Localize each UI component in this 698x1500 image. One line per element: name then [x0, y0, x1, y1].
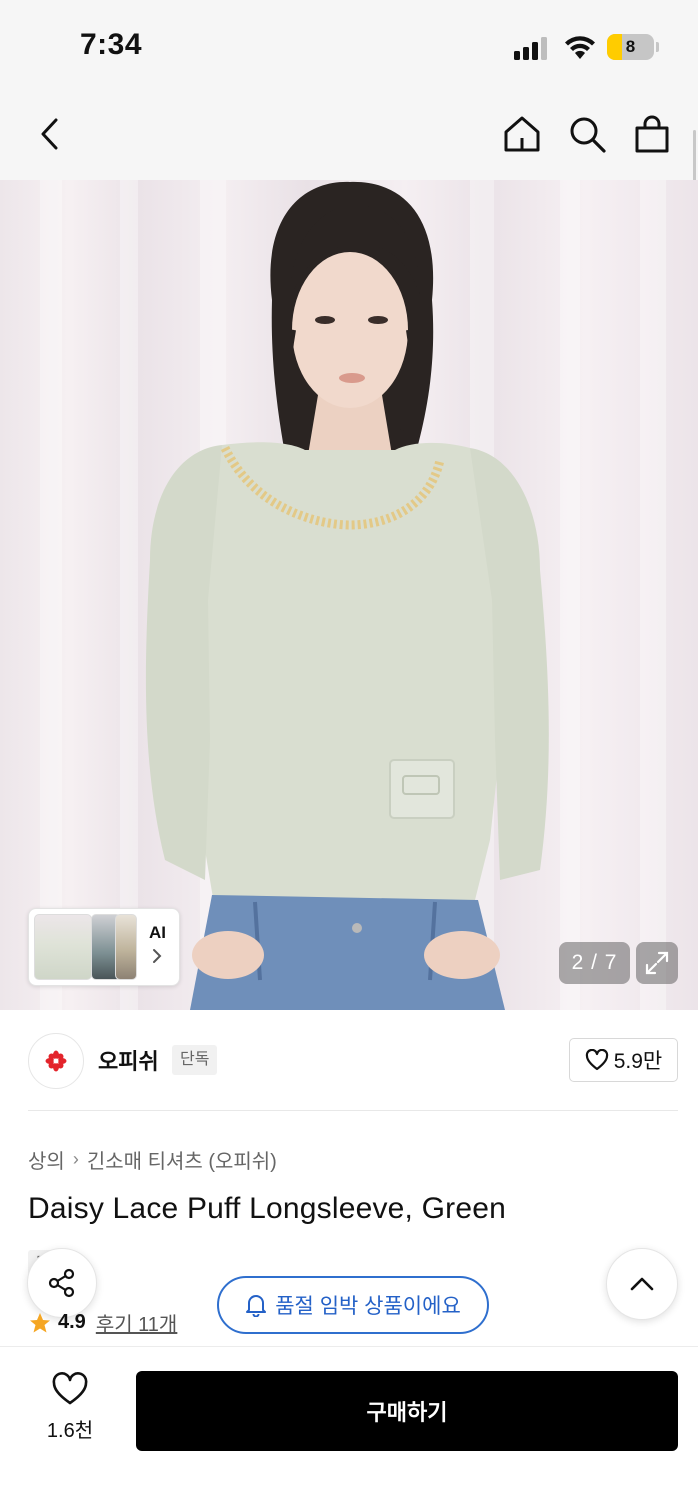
cart-button[interactable]: [630, 112, 674, 156]
product-title: Daisy Lace Puff Longsleeve, Green: [28, 1192, 507, 1225]
signal-icon: [514, 36, 552, 60]
scroll-to-top-button[interactable]: [606, 1248, 678, 1320]
thumbnail-image: [34, 914, 92, 980]
exclusive-badge: 단독: [172, 1045, 218, 1075]
share-icon: [48, 1268, 75, 1298]
search-button[interactable]: [565, 112, 609, 156]
battery-icon: 8: [607, 34, 659, 60]
sold-out-soon-text: 품절 임박 상품이에요: [275, 1295, 461, 1318]
breadcrumb: 상의 › 긴소매 티셔츠 (오피쉬): [28, 1145, 277, 1174]
chevron-right-icon: ›: [72, 1149, 79, 1169]
status-time: 7:34: [80, 28, 143, 61]
home-button[interactable]: [500, 112, 544, 156]
back-arrow-icon: [41, 118, 58, 150]
breadcrumb-item[interactable]: 긴소매 티셔츠 (오피쉬): [87, 1145, 277, 1174]
wishlist-button[interactable]: 1.6천: [30, 1372, 110, 1452]
product-photo: [40, 180, 666, 1010]
rating-row: 4.9 후기 11개: [28, 1308, 177, 1337]
rating-value: 4.9: [58, 1311, 86, 1333]
status-bar: 7:34 8: [0, 0, 698, 92]
battery-level: 8: [625, 37, 636, 56]
breadcrumb-item[interactable]: 상의: [28, 1145, 65, 1174]
bell-icon: [246, 1295, 267, 1317]
image-page-indicator: 2 / 7: [559, 942, 630, 984]
wishlist-count: 1.6천: [46, 1420, 94, 1442]
star-icon: [30, 1312, 50, 1332]
chevron-up-icon: [630, 1277, 654, 1291]
brand-name[interactable]: 오피쉬: [98, 1044, 159, 1076]
heart-icon: [52, 1372, 88, 1405]
back-button[interactable]: [28, 112, 72, 156]
brand-logo[interactable]: [28, 1033, 84, 1089]
chevron-right-icon: [151, 947, 163, 970]
search-icon: [570, 117, 606, 153]
expand-icon: [645, 951, 669, 975]
fullscreen-button[interactable]: [636, 942, 678, 984]
brand-logo-icon: [45, 1050, 67, 1072]
divider: [28, 1110, 678, 1111]
heart-icon: [585, 1049, 608, 1071]
brand-like-button[interactable]: 5.9만: [569, 1038, 678, 1082]
wifi-icon: [562, 34, 598, 60]
buy-button[interactable]: 구매하기: [136, 1371, 678, 1451]
ai-styling-thumbnails[interactable]: AI: [28, 908, 180, 986]
reviews-link[interactable]: 후기 11개: [96, 1308, 178, 1337]
brand-like-count: 5.9만: [613, 1050, 663, 1073]
home-icon: [504, 116, 540, 152]
thumbnail-image: [115, 914, 137, 980]
sold-out-soon-notice[interactable]: 품절 임박 상품이에요: [217, 1276, 489, 1334]
product-image-gallery[interactable]: AI 2 / 7: [0, 180, 698, 1010]
ai-label: AI: [149, 923, 166, 942]
top-nav-bar: [0, 92, 698, 180]
shopping-bag-icon: [635, 115, 669, 153]
